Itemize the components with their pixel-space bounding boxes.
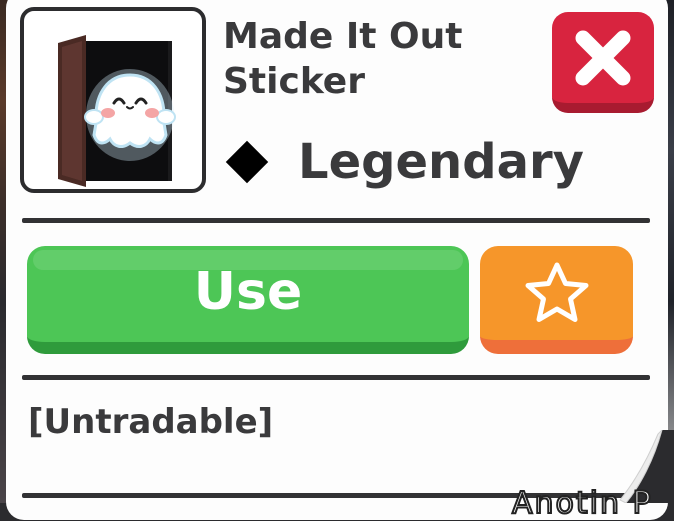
use-button[interactable]: Use [27, 246, 469, 354]
tradability-label: [Untradable] [28, 402, 274, 442]
background-partial-text: Anotin P [511, 485, 653, 521]
use-button-label: Use [193, 262, 303, 322]
close-button[interactable] [552, 12, 654, 113]
rarity-row: Legendary [222, 132, 584, 192]
divider-top [22, 218, 650, 223]
star-outline-icon [525, 262, 588, 322]
close-x-icon [575, 30, 631, 86]
favorite-button[interactable] [480, 246, 633, 354]
rarity-diamond-icon [225, 140, 269, 184]
ghost-in-doorway-icon [58, 35, 176, 187]
rarity-label: Legendary [298, 134, 584, 190]
divider-middle [22, 375, 650, 380]
item-title: Made It Out Sticker [223, 16, 463, 102]
item-image-frame [20, 7, 206, 193]
